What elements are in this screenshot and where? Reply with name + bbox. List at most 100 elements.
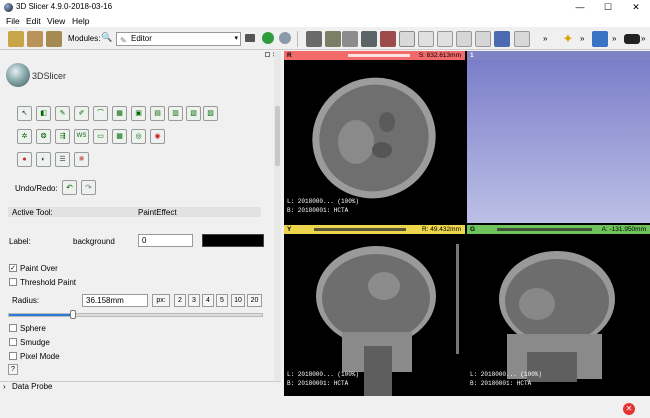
green-slice-view[interactable]: L: 2018000... (100%) B: 20180001: HCTA [467, 234, 650, 396]
change-island-icon[interactable]: ▥ [168, 106, 183, 121]
radius-preset-20[interactable]: 20 [247, 294, 262, 307]
ruler-icon[interactable] [418, 31, 434, 47]
layout-conventional-icon[interactable] [325, 31, 341, 47]
close-button[interactable]: ✕ [622, 0, 650, 15]
save-island-icon[interactable]: ▨ [203, 106, 218, 121]
threshold-icon[interactable]: ▭ [93, 129, 108, 144]
layout-icon[interactable] [306, 31, 322, 47]
extensions-icon[interactable] [592, 31, 608, 47]
load-data-icon[interactable] [8, 31, 24, 47]
erode-label-icon[interactable]: ▣ [131, 106, 146, 121]
threed-view[interactable] [467, 60, 650, 223]
threed-view-controller[interactable]: 1 [467, 51, 650, 60]
toolbar-more-4[interactable]: » [641, 34, 645, 43]
maximize-button[interactable]: ☐ [594, 0, 622, 15]
radius-value: 36.158mm [86, 296, 124, 305]
reset-view-icon[interactable] [475, 31, 491, 47]
contrast-icon[interactable]: ◐ [36, 152, 51, 167]
redo-button[interactable]: ↷ [81, 180, 96, 195]
draw-effect-icon[interactable]: ✐ [74, 106, 89, 121]
red-slice-view[interactable]: L: 2018000... (100%) B: 20180001: HCTA [284, 60, 465, 223]
radius-preset-2[interactable]: 2 [174, 294, 186, 307]
toolbar-more-2[interactable]: » [580, 34, 584, 43]
color-blob-icon[interactable]: ● [17, 152, 32, 167]
undo-button[interactable]: ↶ [62, 180, 77, 195]
menu-edit[interactable]: Edit [26, 16, 41, 26]
radius-slider-handle[interactable] [70, 310, 76, 319]
layout-red-icon[interactable] [380, 31, 396, 47]
back-arrow-icon[interactable] [262, 32, 274, 44]
default-tool-icon[interactable]: ↖ [17, 106, 32, 121]
remove-islands-icon[interactable]: ▧ [186, 106, 201, 121]
radius-preset-4[interactable]: 4 [202, 294, 214, 307]
window-level-icon[interactable] [456, 31, 472, 47]
level-tracing-icon[interactable]: ⌒ [93, 106, 108, 121]
fast-marching-icon[interactable]: ⇶ [55, 129, 70, 144]
green-slice-slider[interactable] [497, 228, 592, 231]
smudge-checkbox[interactable] [9, 338, 17, 346]
panel-scrollbar-thumb[interactable] [275, 106, 280, 166]
grow-cut-icon[interactable]: ❂ [36, 129, 51, 144]
data-probe-section[interactable]: › Data Probe [0, 381, 281, 391]
green-annotation-top: L: 2018000... (100%) [470, 371, 543, 378]
yellow-slice-slider[interactable] [314, 228, 406, 231]
panel-scrollbar[interactable] [274, 51, 281, 381]
paint-over-checkbox[interactable]: ✓ [9, 264, 17, 272]
red-annotation-bottom: B: 20180001: HCTA [287, 207, 349, 214]
menu-help[interactable]: Help [72, 16, 89, 26]
label-color-swatch[interactable] [202, 234, 264, 247]
radius-field[interactable]: 36.158mm [82, 294, 148, 307]
module-search-icon[interactable]: 🔍 [101, 32, 113, 44]
help-button[interactable]: ? [8, 364, 18, 375]
layout-3d-icon[interactable] [361, 31, 377, 47]
radius-preset-10[interactable]: 10 [231, 294, 245, 307]
markups-icon[interactable] [494, 31, 510, 47]
yellow-view-controller[interactable]: Y R: 49.432mm [284, 225, 465, 234]
slicer-logo [6, 63, 30, 87]
active-tool-value: PaintEffect [138, 208, 177, 217]
load-dicom-icon[interactable] [27, 31, 43, 47]
forward-arrow-icon[interactable] [279, 32, 291, 44]
label-value-field[interactable]: 0 [138, 234, 193, 247]
radius-preset-3[interactable]: 3 [188, 294, 200, 307]
module-list-icon[interactable] [245, 34, 255, 42]
mouse-mode-icon[interactable] [514, 31, 530, 47]
save-data-icon[interactable] [46, 31, 62, 47]
slicer-window: 3D Slicer 4.9.0-2018-03-16 — ☐ ✕ File Ed… [0, 0, 650, 418]
crosshair-icon[interactable]: ✦ [560, 31, 576, 47]
toolbar-more-3[interactable]: » [612, 34, 616, 43]
record-icon[interactable]: ◉ [150, 129, 165, 144]
sphere-checkbox[interactable] [9, 324, 17, 332]
python-console-icon[interactable] [624, 34, 640, 44]
change-label-icon[interactable]: ◧ [36, 106, 51, 121]
toolbar-more-1[interactable]: » [543, 34, 547, 43]
sparkle-icon[interactable]: ✺ [74, 152, 89, 167]
identify-islands-icon[interactable]: ▦ [112, 129, 127, 144]
minimize-button[interactable]: — [566, 0, 594, 15]
error-log-icon[interactable]: ✕ [623, 403, 635, 415]
px-button[interactable]: px: [152, 294, 170, 307]
threshold-paint-checkbox[interactable] [9, 278, 17, 286]
radius-preset-5[interactable]: 5 [216, 294, 228, 307]
red-view-controller[interactable]: R S: 832.613mm [284, 51, 465, 60]
paint-effect-icon[interactable]: ✎ [55, 106, 70, 121]
label-table-icon[interactable]: ☰ [55, 152, 70, 167]
view-layout: R S: 832.613mm L: 2018000... (100%) B: 2… [284, 51, 650, 396]
undo-redo-label: Undo/Redo: [15, 184, 58, 193]
module-selector[interactable]: ✎ Editor ▾ [116, 32, 241, 46]
menu-view[interactable]: View [47, 16, 65, 26]
image-icon[interactable]: ▦ [112, 106, 127, 121]
red-slice-slider[interactable] [348, 54, 410, 57]
pixel-mode-checkbox[interactable] [9, 352, 17, 360]
menu-file[interactable]: File [6, 16, 20, 26]
yellow-slice-view[interactable]: L: 2018000... (100%) B: 20180001: HCTA [284, 234, 465, 396]
panel-float-icon[interactable] [265, 52, 270, 57]
model-icon[interactable]: ◎ [131, 129, 146, 144]
wand-effect-icon[interactable]: ✲ [17, 129, 32, 144]
annotation-icon[interactable] [437, 31, 453, 47]
dilate-label-icon[interactable]: ▤ [150, 106, 165, 121]
layout-fourup-icon[interactable] [342, 31, 358, 47]
green-view-controller[interactable]: G A: -131.950mm [467, 225, 650, 234]
crosshair-toggle-icon[interactable] [399, 31, 415, 47]
watershed-icon[interactable]: WS [74, 129, 89, 144]
